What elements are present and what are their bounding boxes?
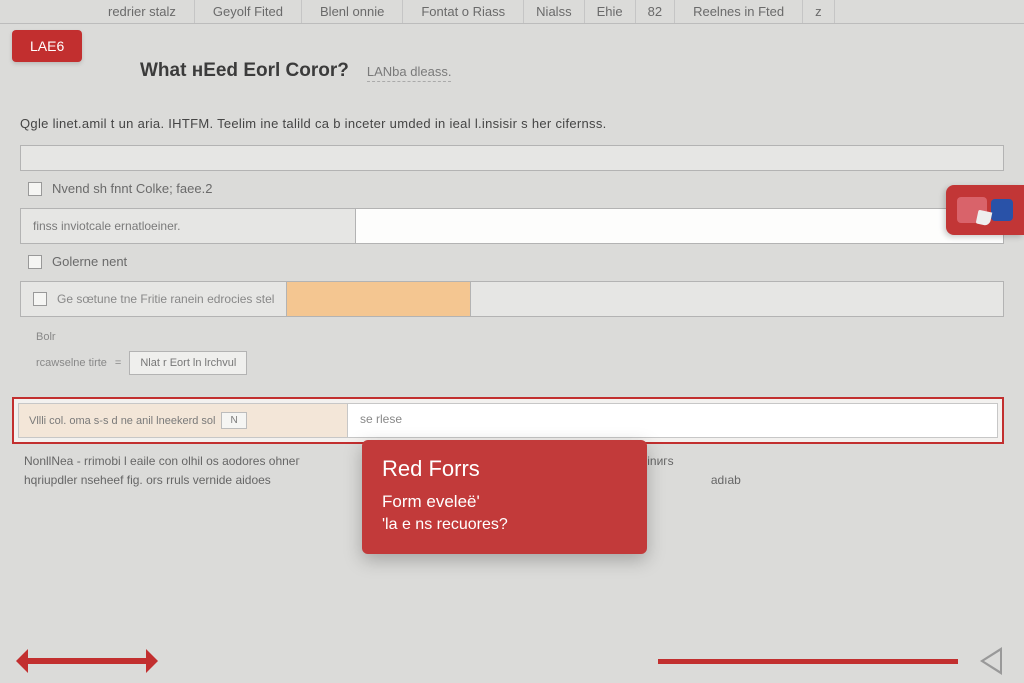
bottom-nav (0, 647, 1024, 675)
nav-tab-8[interactable]: z (803, 0, 835, 23)
amber-row-label: Ge sœtune tne Fritie ranein edrocies ste… (57, 292, 274, 306)
footnote-l1-left: NonllNea - rrimobi l eaile con olhil os … (24, 452, 300, 471)
field-row-include: finss inviotcale ernatloeiner. (20, 208, 1004, 244)
prev-icon[interactable] (980, 647, 1002, 675)
checkbox-1[interactable] (28, 182, 42, 196)
brand-badge[interactable]: LAE6 (12, 30, 82, 62)
popover-title: Red Forrs (382, 456, 627, 482)
double-arrow-icon[interactable] (22, 658, 152, 664)
nav-tab-3[interactable]: Fontat o Riass (403, 0, 524, 23)
checkbox-2[interactable] (28, 255, 42, 269)
selector-label: rcawselne tirte (36, 357, 107, 369)
page-header: What нEed Eorl Coror? LANba dleass. (140, 60, 1024, 82)
nav-tab-5[interactable]: Ehie (585, 0, 636, 23)
checkbox-1-label: Nvend sh fnnt Colke; faee.2 (52, 181, 212, 196)
nav-tab-6[interactable]: 82 (636, 0, 675, 23)
checkbox-row-2: Golerne nent (28, 254, 1004, 269)
intro-text: Qgle linet.amil t un aria. IHTFM. Teelim… (20, 116, 1004, 131)
amber-input[interactable] (286, 282, 471, 316)
footnote-l2-left: hqriupdler nseheef fig. ors rruls vernid… (24, 471, 271, 490)
field-input-include[interactable] (356, 209, 1003, 243)
toggle-icon (991, 199, 1013, 221)
footnote-l2-right: adıab (711, 471, 741, 490)
red-frame-mini[interactable]: N (221, 412, 246, 429)
amber-row-label-wrap: Ge sœtune tne Fritie ranein edrocies ste… (21, 282, 286, 316)
red-frame-left-text: Vllli col. oma s-s d ne anil lneekerd so… (29, 415, 215, 427)
nav-tab-1[interactable]: Geyolf Fited (195, 0, 302, 23)
page-subtitle: LANba dleass. (367, 64, 452, 82)
checkbox-row-1: Nvend sh fnnt Colke; faee.2 (28, 181, 1004, 196)
selector-group: Bolr rcawselne tirte = Nlat r Eort ln lr… (36, 331, 1004, 375)
envelope-icon (957, 197, 987, 223)
nav-tab-7[interactable]: Reelnes in Fted (675, 0, 803, 23)
progress-bar (658, 659, 958, 664)
top-nav: redrier stalz Geyolf Fited Blenl onnie F… (0, 0, 1024, 24)
selector-top-label: Bolr (36, 331, 1004, 343)
selector-dropdown[interactable]: Nlat r Eort ln lrchvul (129, 351, 247, 375)
nav-tab-4[interactable]: Nialss (524, 0, 584, 23)
feedback-widget[interactable] (946, 185, 1024, 235)
field-label-include: finss inviotcale ernatloeiner. (21, 209, 356, 243)
checkbox-3[interactable] (33, 292, 47, 306)
popover-line2: 'la e ns recuоres? (382, 516, 627, 534)
page-title: What нEed Eorl Coror? (140, 60, 349, 82)
popover-card: Red Forrs Form eveleë' 'la e ns recuоres… (362, 440, 647, 554)
red-frame-left: Vllli col. oma s-s d ne anil lneekerd so… (18, 403, 348, 438)
red-frame-row: Vllli col. oma s-s d ne anil lneekerd so… (12, 397, 1004, 444)
empty-input-row[interactable] (20, 145, 1004, 171)
popover-line1: Form eveleë' (382, 492, 627, 512)
nav-tab-2[interactable]: Blenl onnie (302, 0, 403, 23)
red-frame-input[interactable]: se rlese (348, 403, 998, 438)
checkbox-2-label: Golerne nent (52, 254, 127, 269)
amber-row: Ge sœtune tne Fritie ranein edrocies ste… (20, 281, 1004, 317)
nav-tab-0[interactable]: redrier stalz (90, 0, 195, 23)
amber-rest[interactable] (471, 282, 1003, 316)
